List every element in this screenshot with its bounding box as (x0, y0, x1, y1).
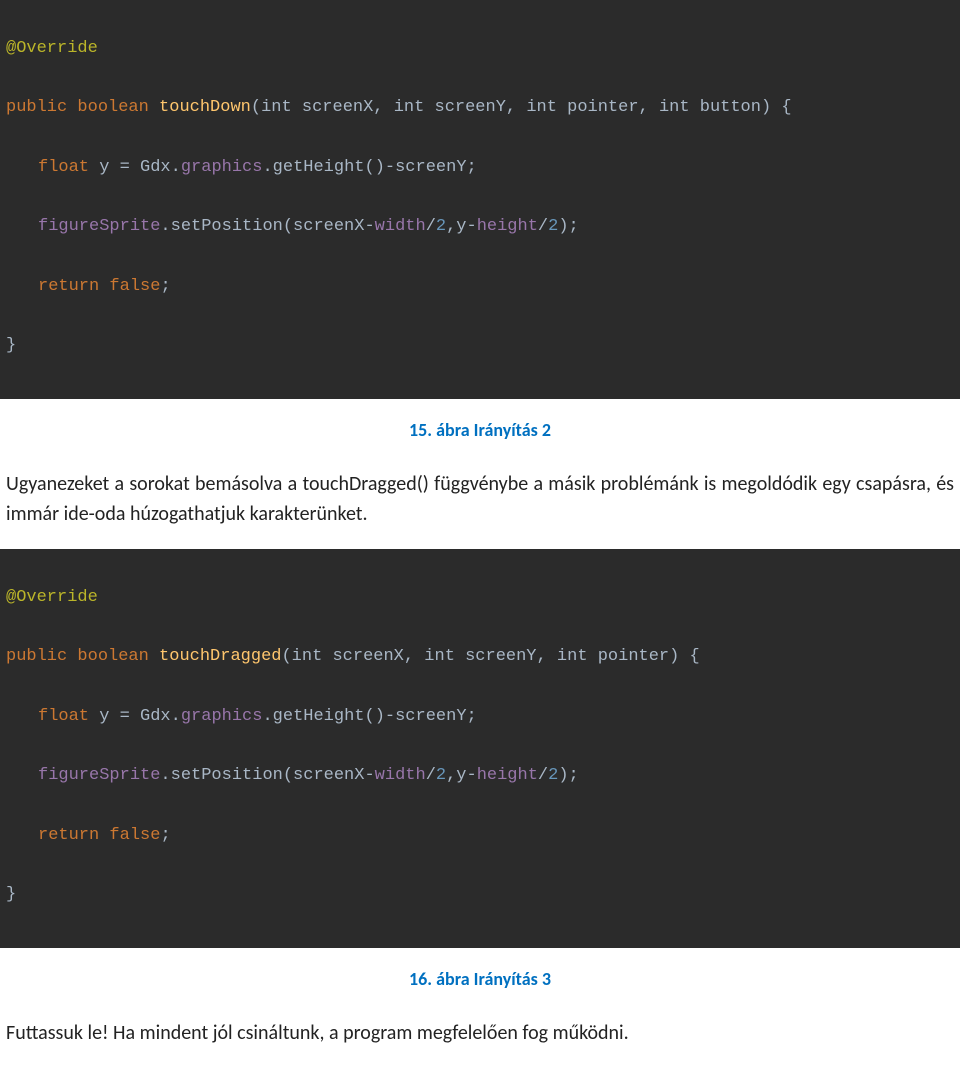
annotation-override-2: @Override (6, 588, 98, 607)
caption-text: ábra Irányítás 2 (432, 419, 551, 441)
paragraph-1-text: Ugyanezeket a sorokat bemásolva a touchD… (6, 472, 954, 526)
paragraph-1: Ugyanezeket a sorokat bemásolva a touchD… (0, 469, 960, 529)
width-field: width (375, 217, 426, 236)
kw-float: float (38, 158, 89, 177)
figure-caption-15: 15. ábra Irányítás 2 (0, 419, 960, 441)
screeny: screenY (395, 158, 466, 177)
caption-text-2: ábra Irányítás 3 (432, 968, 551, 990)
graphics-field: graphics (181, 158, 263, 177)
code-block-touchdown: @Override public boolean touchDown(int s… (0, 0, 960, 399)
method-touchdown: touchDown (159, 98, 251, 117)
brace-close: } (6, 336, 16, 355)
getheight-call: getHeight (273, 158, 365, 177)
paragraph-2: Futtassuk le! Ha mindent jól csináltunk,… (0, 1018, 960, 1048)
brace-close-2: } (6, 885, 16, 904)
params-touchdown: (int screenX, int screenY, int pointer, … (251, 98, 792, 117)
kw-public: public (6, 98, 67, 117)
caption-number: 15. (409, 419, 432, 441)
annotation-override: @Override (6, 39, 98, 58)
code-block-touchdragged: @Override public boolean touchDragged(in… (0, 549, 960, 948)
kw-false: false (109, 277, 160, 296)
paragraph-2-text: Futtassuk le! Ha mindent jól csináltunk,… (6, 1021, 629, 1045)
kw-boolean: boolean (77, 98, 148, 117)
var-y: y (99, 158, 109, 177)
setposition-call: setPosition (171, 217, 283, 236)
kw-return: return (38, 277, 99, 296)
params-touchdragged: (int screenX, int screenY, int pointer) … (281, 647, 699, 666)
height-field: height (477, 217, 538, 236)
gdx: Gdx (140, 158, 171, 177)
figure-caption-16: 16. ábra Irányítás 3 (0, 968, 960, 990)
figuresprite-field: figureSprite (38, 217, 160, 236)
caption-number-2: 16. (409, 968, 432, 990)
method-touchdragged: touchDragged (159, 647, 281, 666)
